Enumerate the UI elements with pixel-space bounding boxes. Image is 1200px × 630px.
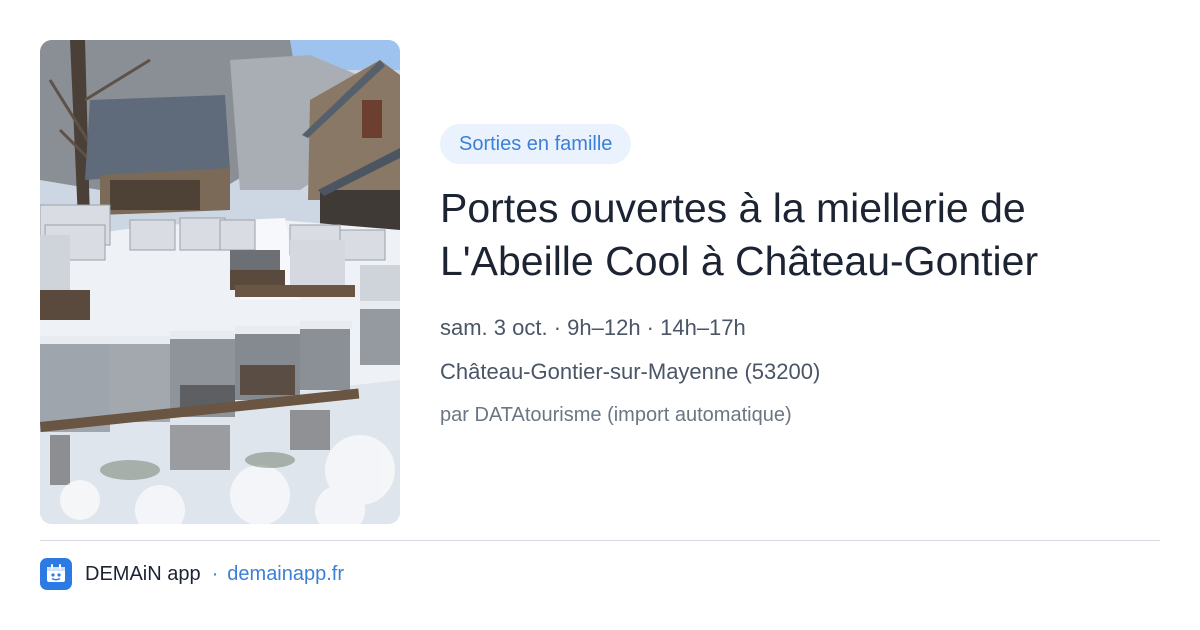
event-title-line-1: Portes ouvertes à la miellerie de — [440, 185, 1026, 231]
event-location: Château-Gontier-sur-Mayenne (53200) — [440, 359, 821, 384]
app-domain-link[interactable]: demainapp.fr — [227, 563, 344, 586]
category-badge[interactable]: Sorties en famille — [440, 124, 632, 164]
demain-app-logo-icon — [40, 558, 72, 590]
footer-separator: · — [211, 562, 219, 585]
app-name: DEMAiN app — [85, 562, 201, 585]
footer-divider — [40, 540, 1160, 541]
event-author: par DATAtourisme (import automatique) — [440, 404, 792, 426]
event-date-time: sam. 3 oct. · 9h–12h · 14h–17h — [440, 315, 746, 340]
event-title[interactable]: Portes ouvertes à la miellerie de L'Abei… — [440, 182, 1140, 288]
footer: DEMAiN app · demainapp.fr — [40, 558, 344, 590]
event-photo[interactable] — [40, 40, 400, 524]
event-title-line-2: L'Abeille Cool à Château-Gontier — [440, 238, 1039, 284]
